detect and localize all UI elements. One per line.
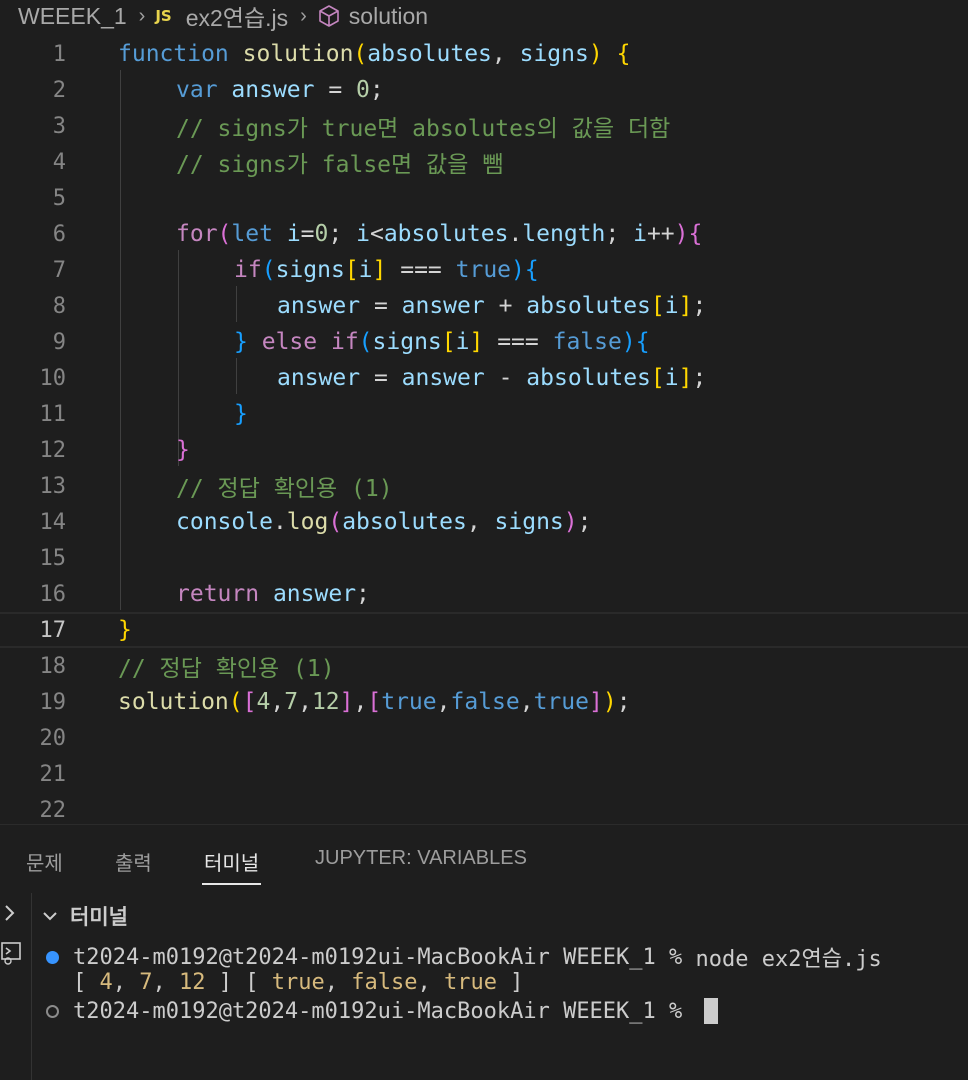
code-line[interactable]: 18 // 정답 확인용 (1)	[0, 648, 968, 684]
line-number: 4	[52, 149, 66, 175]
code-line[interactable]: 3 // signs가 true면 absolutes의 값을 더함	[0, 108, 968, 144]
line-number: 11	[39, 401, 67, 427]
line-number: 17	[39, 617, 67, 643]
line-number: 9	[52, 329, 66, 355]
breadcrumb-file[interactable]: ex2연습.js	[186, 0, 288, 32]
javascript-file-icon: JS	[155, 7, 172, 25]
panel-tab-bar: 문제 출력 터미널 JUPYTER: VARIABLES	[0, 825, 968, 893]
line-number: 5	[52, 185, 66, 211]
code-line[interactable]: 21	[0, 756, 968, 792]
line-number: 2	[52, 77, 66, 103]
tab-jupyter-variables[interactable]: JUPYTER: VARIABLES	[315, 847, 527, 870]
line-number: 18	[39, 653, 67, 679]
code-line[interactable]: 2 var answer = 0;	[0, 72, 968, 108]
code-line[interactable]: 14 console.log(absolutes, signs);	[0, 504, 968, 540]
code-text: }	[118, 617, 132, 643]
command-pending-icon	[46, 1004, 59, 1018]
code-comment: // 정답 확인용 (1)	[176, 476, 393, 502]
code-text: solution([4,7,12],[true,false,true]);	[118, 689, 631, 715]
code-line[interactable]: 1 function solution(absolutes, signs) {	[0, 36, 968, 72]
breadcrumb-folder[interactable]: WEEEK_1	[18, 3, 127, 30]
code-comment: // signs가 true면 absolutes의 값을 더함	[176, 116, 671, 142]
code-line[interactable]: 10 answer = answer - absolutes[i];	[0, 360, 968, 396]
code-line[interactable]: 8 answer = answer + absolutes[i];	[0, 288, 968, 324]
line-number: 14	[39, 509, 67, 535]
code-line[interactable]: 6 for(let i=0; i<absolutes.length; i++){	[0, 216, 968, 252]
terminal-command-line[interactable]: t2024-m0192@t2024-m0192ui-MacBookAir WEE…	[46, 941, 882, 973]
code-text: return answer;	[176, 581, 370, 607]
code-line[interactable]: 5	[0, 180, 968, 216]
code-line[interactable]: 9 } else if(signs[i] === false){	[0, 324, 968, 360]
code-line[interactable]: 19 solution([4,7,12],[true,false,true]);	[0, 684, 968, 720]
line-number: 6	[52, 221, 66, 247]
code-line[interactable]: 16 return answer;	[0, 576, 968, 612]
terminal-prompt: t2024-m0192@t2024-m0192ui-MacBookAir WEE…	[73, 998, 696, 1024]
line-number: 20	[39, 725, 67, 751]
tab-terminal[interactable]: 터미널	[201, 847, 262, 885]
line-number: 13	[39, 473, 67, 499]
code-editor[interactable]: 1 function solution(absolutes, signs) { …	[0, 36, 968, 824]
line-number: 15	[39, 545, 67, 571]
line-number: 22	[39, 797, 67, 823]
code-text: }	[176, 437, 190, 463]
terminal-section-header[interactable]: 터미널	[40, 901, 128, 931]
line-number: 21	[39, 761, 67, 787]
code-line[interactable]: 11 }	[0, 396, 968, 432]
tab-output[interactable]: 출력	[115, 847, 152, 876]
terminal-command: node ex2연습.js	[695, 947, 882, 972]
code-text: if(signs[i] === true){	[234, 257, 539, 283]
code-comment: // 정답 확인용 (1)	[118, 656, 335, 682]
code-line[interactable]: 4 // signs가 false면 값을 뺌	[0, 144, 968, 180]
code-text: answer = answer - absolutes[i];	[277, 365, 707, 391]
terminal-prompt-line[interactable]: t2024-m0192@t2024-m0192ui-MacBookAir WEE…	[46, 998, 718, 1024]
line-number: 3	[52, 113, 66, 139]
line-number: 19	[39, 689, 67, 715]
chevron-down-icon	[43, 912, 57, 921]
code-text: }	[234, 401, 248, 427]
code-text: } else if(signs[i] === false){	[234, 329, 650, 355]
code-text: console.log(absolutes, signs);	[176, 509, 592, 535]
terminal-section-title: 터미널	[70, 906, 128, 929]
code-line[interactable]: 13 // 정답 확인용 (1)	[0, 468, 968, 504]
code-comment: // signs가 false면 값을 뺌	[176, 152, 504, 178]
line-number: 8	[52, 293, 66, 319]
bottom-panel: 문제 출력 터미널 JUPYTER: VARIABLES 터미널 t2024-m…	[0, 824, 968, 1080]
code-text: function solution(absolutes, signs) {	[118, 41, 631, 67]
chevron-right-icon: ›	[138, 4, 146, 27]
breadcrumb-symbol[interactable]: solution	[349, 3, 428, 30]
tab-problems[interactable]: 문제	[26, 847, 63, 876]
code-line[interactable]: 15	[0, 540, 968, 576]
code-text: for(let i=0; i<absolutes.length; i++){	[176, 221, 703, 247]
code-line[interactable]: 20	[0, 720, 968, 756]
code-line[interactable]: 12 }	[0, 432, 968, 468]
code-text: answer = answer + absolutes[i];	[277, 293, 707, 319]
chevron-right-icon[interactable]	[0, 903, 20, 923]
symbol-cube-icon	[318, 5, 339, 27]
breadcrumb: WEEEK_1 › JS ex2연습.js › solution	[0, 0, 968, 32]
code-text: var answer = 0;	[176, 77, 384, 103]
line-number: 10	[39, 365, 67, 391]
code-line-current[interactable]: 17 }	[0, 612, 968, 648]
line-number: 7	[52, 257, 66, 283]
line-number: 16	[39, 581, 67, 607]
terminal-debug-icon[interactable]	[0, 941, 24, 965]
code-line[interactable]: 22	[0, 792, 968, 824]
line-number: 1	[52, 41, 66, 67]
terminal-cursor	[703, 998, 718, 1024]
line-number: 12	[39, 437, 67, 463]
chevron-right-icon: ›	[300, 4, 307, 27]
terminal-sidebar	[0, 893, 32, 1080]
terminal-output-line: [ 4, 7, 12 ] [ true, false, true ]	[73, 970, 524, 995]
command-success-icon[interactable]	[46, 950, 59, 964]
terminal-prompt: t2024-m0192@t2024-m0192ui-MacBookAir WEE…	[73, 944, 696, 970]
code-line[interactable]: 7 if(signs[i] === true){	[0, 252, 968, 288]
